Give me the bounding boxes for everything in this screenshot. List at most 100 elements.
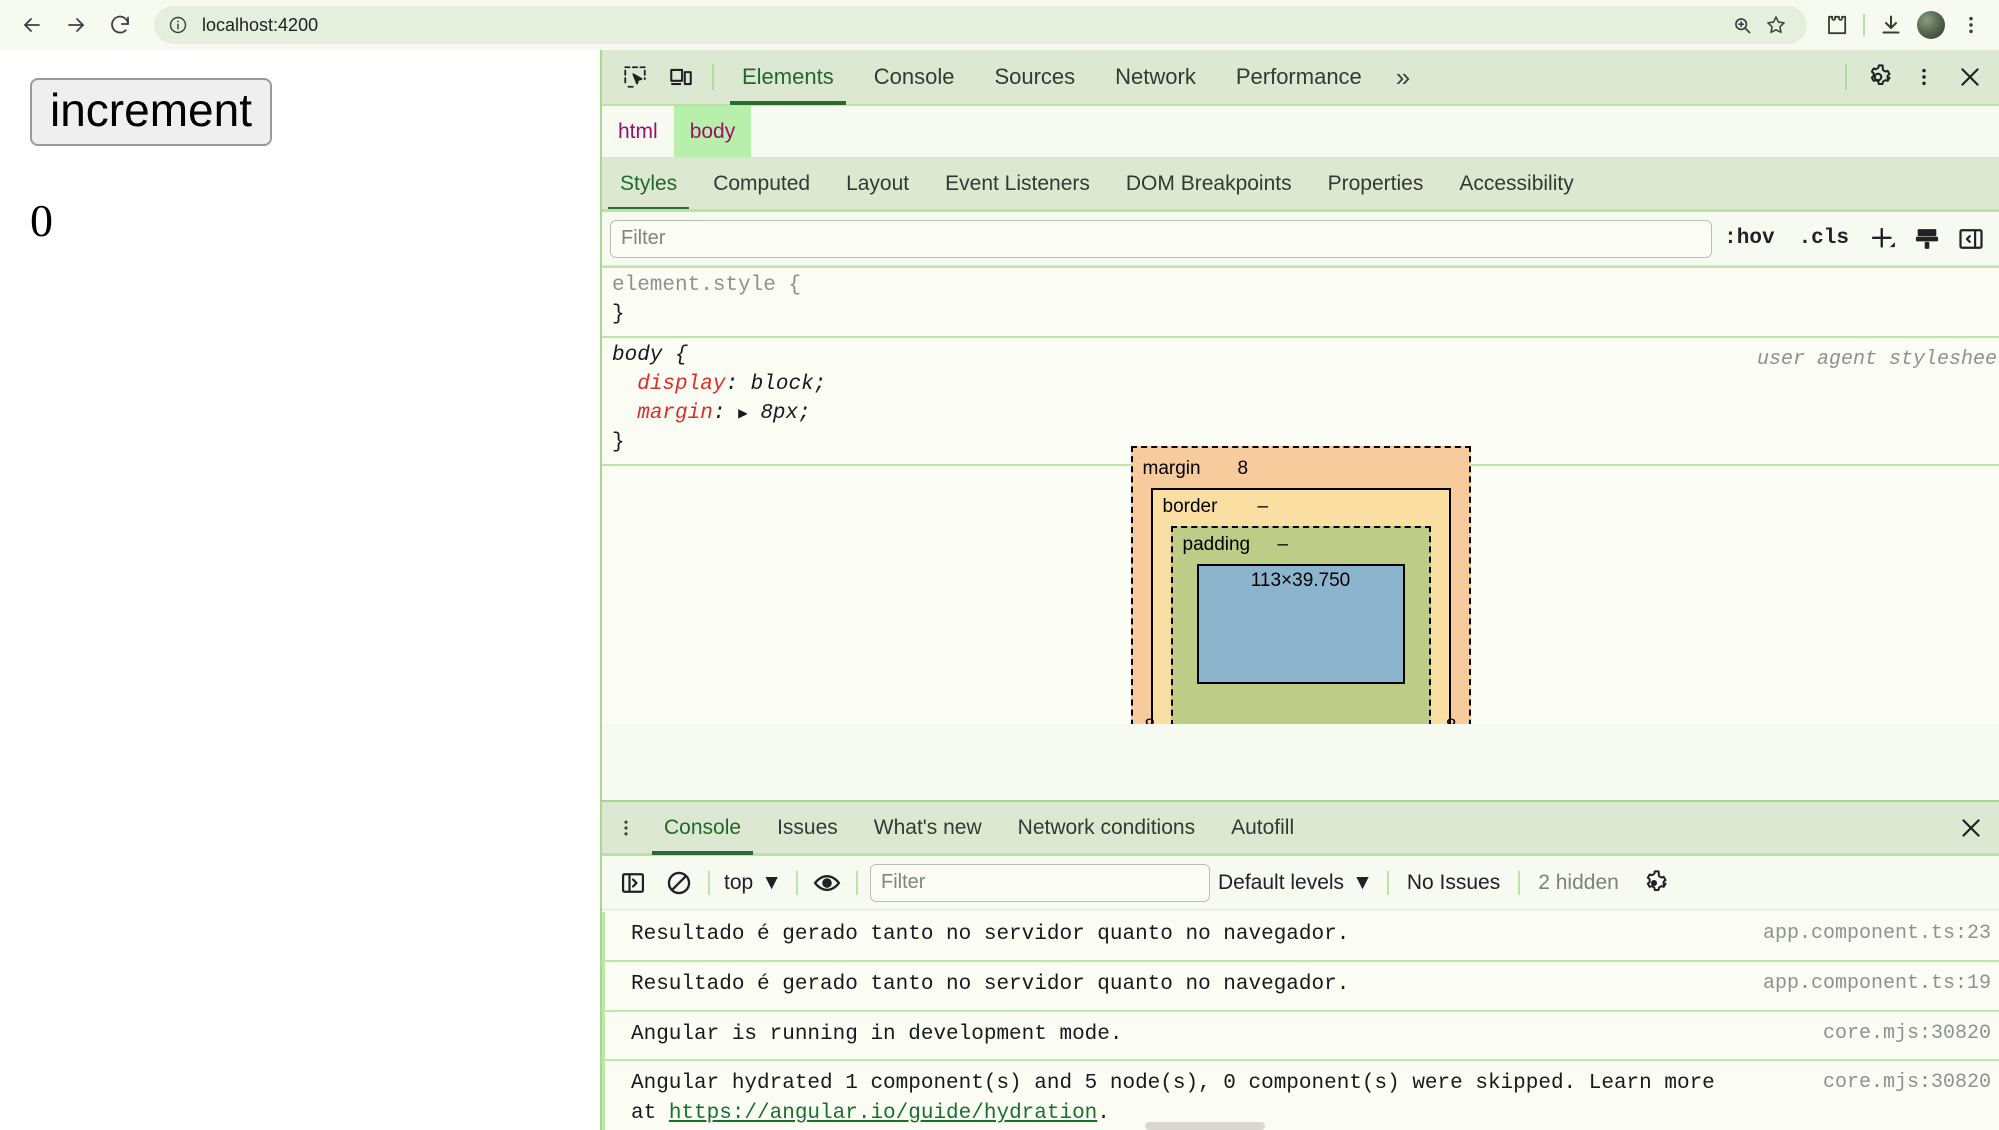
devtools-tabbar: Elements Console Sources Network Perform…: [602, 50, 1999, 106]
console-message-source[interactable]: app.component.ts:19: [1761, 970, 1991, 998]
tab-computed[interactable]: Computed: [695, 158, 828, 209]
console-filter-input[interactable]: [870, 863, 1210, 902]
devtools-panel: Elements Console Sources Network Perform…: [602, 50, 1999, 1130]
hydration-guide-link[interactable]: https://angular.io/guide/hydration: [669, 1102, 1097, 1125]
box-model-margin-top-value[interactable]: 8: [1238, 458, 1249, 480]
tab-properties[interactable]: Properties: [1310, 158, 1442, 209]
toggle-sidebar-button[interactable]: [1949, 219, 1993, 259]
increment-button[interactable]: increment: [30, 78, 272, 147]
element-classes-button[interactable]: .cls: [1787, 219, 1861, 259]
breadcrumb-item-body[interactable]: body: [673, 106, 752, 157]
tab-event-listeners[interactable]: Event Listeners: [927, 158, 1108, 209]
console-message-suffix: .: [1097, 1102, 1110, 1126]
back-button[interactable]: [10, 3, 54, 47]
profile-button[interactable]: [1911, 5, 1951, 45]
css-declaration-display[interactable]: display: block;: [602, 371, 1999, 400]
drawer-tab-autofill[interactable]: Autofill: [1213, 801, 1312, 855]
box-model-margin-left-value[interactable]: 8: [1145, 716, 1156, 724]
address-bar-url[interactable]: localhost:4200: [202, 15, 1725, 36]
tab-layout[interactable]: Layout: [828, 158, 927, 209]
box-model-padding-top-value[interactable]: –: [1278, 534, 1289, 556]
tab-styles[interactable]: Styles: [602, 158, 695, 209]
box-model-margin-right-value[interactable]: 8: [1446, 716, 1457, 724]
reload-button[interactable]: [98, 3, 142, 47]
hidden-messages-count[interactable]: 2 hidden: [1526, 871, 1631, 895]
browser-menu-button[interactable]: [1951, 5, 1991, 45]
issues-status[interactable]: No Issues: [1395, 871, 1512, 895]
new-style-rule-button[interactable]: [1861, 219, 1905, 259]
css-property-value[interactable]: 8px: [760, 402, 798, 425]
device-toolbar-icon: [670, 68, 692, 86]
inspect-element-button[interactable]: [612, 54, 658, 100]
star-icon[interactable]: [1759, 8, 1793, 42]
console-message-text: Resultado é gerado tanto no servidor qua…: [631, 972, 1350, 996]
console-message[interactable]: Resultado é gerado tanto no servidor qua…: [605, 962, 1999, 1012]
info-circle-icon[interactable]: [164, 11, 192, 39]
computed-styles-sidebar-button[interactable]: [1905, 219, 1949, 259]
box-model-border-top-value[interactable]: –: [1258, 496, 1269, 518]
extensions-button[interactable]: [1817, 5, 1857, 45]
devtools-tab-network[interactable]: Network: [1095, 50, 1216, 105]
console-message-source[interactable]: core.mjs:30820: [1761, 1020, 1991, 1048]
devtools-tab-elements[interactable]: Elements: [722, 50, 854, 105]
styles-filter-input[interactable]: [610, 219, 1713, 258]
devtools-menu-button[interactable]: [1901, 54, 1947, 100]
css-rule-element-style[interactable]: element.style { }: [602, 266, 1999, 338]
address-bar[interactable]: localhost:4200: [154, 6, 1807, 44]
device-toolbar-button[interactable]: [658, 54, 704, 100]
console-message-text: Angular hydrated 1 component(s) and 5 no…: [631, 1069, 1761, 1129]
more-tabs-button[interactable]: »: [1382, 50, 1424, 105]
box-model-margin-box[interactable]: margin 8 8 8 border – padding –: [1130, 446, 1471, 724]
clear-console-button[interactable]: [656, 862, 702, 904]
toolbar-divider: [856, 870, 858, 895]
box-model-content-box[interactable]: 113×39.750: [1196, 564, 1405, 684]
counter-value: 0: [30, 195, 53, 246]
console-message[interactable]: Angular hydrated 1 component(s) and 5 no…: [605, 1061, 1999, 1130]
drawer-close-button[interactable]: [1949, 806, 1993, 850]
forward-button[interactable]: [54, 3, 98, 47]
console-sidebar-toggle-button[interactable]: [610, 862, 656, 904]
drawer-menu-button[interactable]: [606, 806, 646, 850]
drawer-tab-console[interactable]: Console: [646, 801, 759, 855]
breadcrumb: html body: [602, 106, 1999, 158]
devtools-tab-console[interactable]: Console: [854, 50, 975, 105]
console-message-text: Angular is running in development mode.: [631, 1022, 1123, 1046]
devtools-close-button[interactable]: [1947, 54, 1993, 100]
console-message-source[interactable]: core.mjs:30820: [1761, 1069, 1991, 1097]
css-declaration-margin[interactable]: margin: ▶ 8px;: [602, 400, 1999, 429]
tab-dom-breakpoints[interactable]: DOM Breakpoints: [1108, 158, 1310, 209]
execution-context-selector[interactable]: top ▼: [716, 871, 790, 895]
inspect-element-icon: [624, 66, 646, 88]
drawer-tab-network-conditions[interactable]: Network conditions: [1000, 801, 1213, 855]
gear-icon: [1646, 869, 1667, 891]
devtools-tabbar-actions: [1837, 54, 1999, 100]
devtools-tab-sources[interactable]: Sources: [974, 50, 1095, 105]
log-levels-selector[interactable]: Default levels ▼: [1210, 871, 1381, 895]
devtools-settings-button[interactable]: [1855, 54, 1901, 100]
devtools-tab-performance[interactable]: Performance: [1216, 50, 1382, 105]
drawer-tab-whats-new[interactable]: What's new: [856, 801, 1000, 855]
reload-icon: [111, 15, 129, 34]
styles-filter-row: :hov .cls: [602, 212, 1999, 266]
toolbar-divider: [1386, 870, 1389, 895]
box-model-padding-box[interactable]: padding – 113×39.750: [1170, 526, 1431, 724]
box-model-border-box[interactable]: border – padding – 113×39.750: [1150, 488, 1451, 724]
console-message-source[interactable]: app.component.ts:23: [1761, 920, 1991, 948]
console-settings-button[interactable]: [1631, 862, 1677, 904]
download-button[interactable]: [1871, 5, 1911, 45]
console-message-list[interactable]: Resultado é gerado tanto no servidor qua…: [602, 912, 1999, 1130]
drawer-tab-issues[interactable]: Issues: [759, 801, 856, 855]
live-expression-button[interactable]: [804, 862, 850, 904]
console-message[interactable]: Angular is running in development mode. …: [605, 1012, 1999, 1062]
breadcrumb-item-html[interactable]: html: [602, 106, 674, 157]
css-property-value[interactable]: block: [751, 373, 814, 396]
expand-shorthand-icon[interactable]: ▶: [738, 403, 748, 425]
paint-brush-icon: [1915, 228, 1939, 249]
zoom-magnifier-icon[interactable]: [1725, 8, 1759, 42]
styles-rules-pane[interactable]: element.style { } user agent stylesheet …: [602, 266, 1999, 724]
tab-accessibility[interactable]: Accessibility: [1441, 158, 1591, 209]
console-message[interactable]: Resultado é gerado tanto no servidor qua…: [605, 912, 1999, 962]
console-horizontal-scrollbar[interactable]: [1145, 1122, 1265, 1130]
force-state-button[interactable]: :hov: [1712, 219, 1786, 259]
tab-label: Network conditions: [1017, 815, 1196, 839]
